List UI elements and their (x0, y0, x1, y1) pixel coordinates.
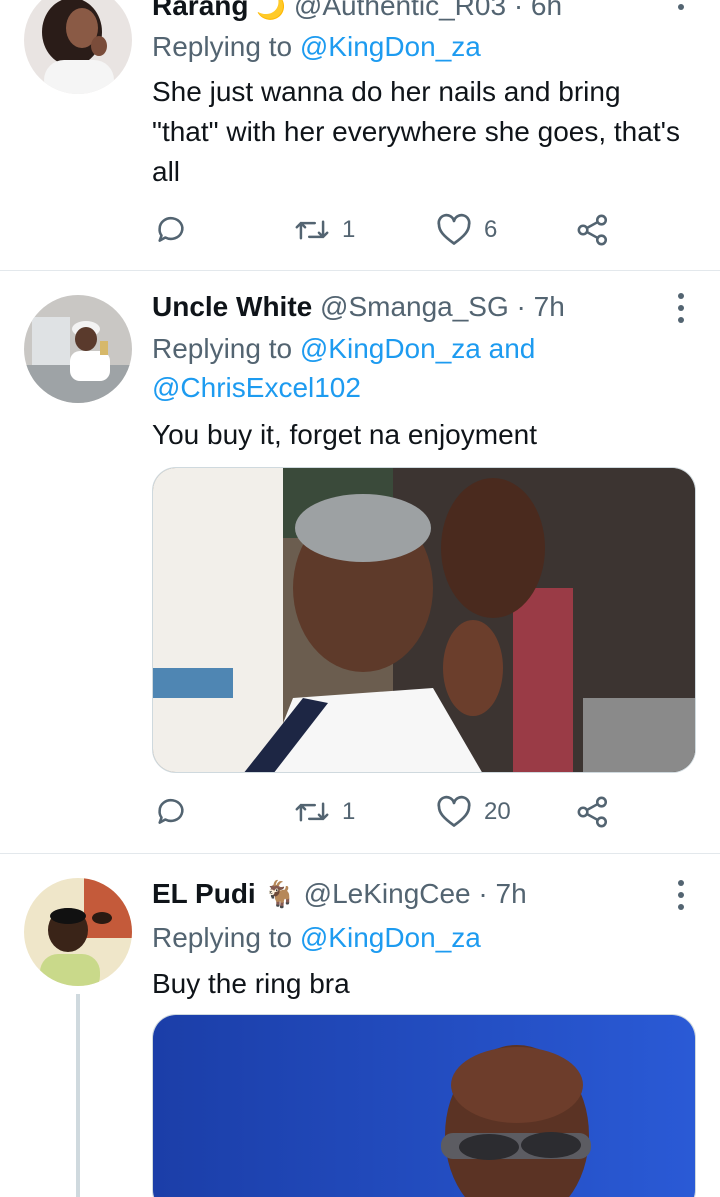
share-button[interactable] (576, 792, 610, 832)
tweet-header: Uncle White @Smanga_SG · 7h (152, 289, 565, 325)
tweet-actions: 1 6 (152, 210, 622, 250)
tweet-1[interactable]: Rarang 🌙 @Authentic_R03 · 6h Replying to… (0, 0, 720, 270)
user-handle[interactable]: @LeKingCee (304, 878, 471, 909)
more-options-icon[interactable] (678, 880, 686, 916)
retweet-button[interactable]: 1 (294, 792, 355, 832)
separator-dot: · (478, 878, 488, 909)
tweet-text: Buy the ring bra (152, 968, 350, 999)
avatar[interactable] (24, 295, 132, 403)
tweet-image[interactable] (152, 467, 696, 773)
avatar[interactable] (24, 878, 132, 986)
thread-line (76, 994, 80, 1197)
tweet-2[interactable]: Uncle White @Smanga_SG · 7h Replying to … (0, 271, 720, 853)
retweet-icon (295, 220, 329, 240)
tweet-header: Rarang 🌙 @Authentic_R03 · 6h (152, 0, 562, 26)
replying-to: Replying to @KingDon_za (152, 27, 481, 66)
mention-link[interactable]: @KingDon_za (300, 31, 481, 62)
user-handle[interactable]: @Smanga_SG (320, 291, 509, 322)
moon-badge-icon: 🌙 (256, 0, 287, 21)
tweet-header: EL Pudi 🐐 @LeKingCee · 7h (152, 876, 527, 912)
mention-link[interactable]: @KingDon_za (300, 333, 481, 364)
share-icon (577, 796, 608, 828)
mention-link[interactable]: @ChrisExcel102 (152, 372, 361, 403)
mention-link[interactable]: @KingDon_za (300, 922, 481, 953)
timestamp[interactable]: 6h (531, 0, 562, 21)
retweet-icon (295, 802, 329, 822)
separator-dot: · (513, 0, 524, 21)
display-name[interactable]: Uncle White (152, 291, 312, 322)
reply-icon (158, 798, 184, 824)
timestamp[interactable]: 7h (496, 878, 527, 909)
replying-to: Replying to @KingDon_za and @ChrisExcel1… (152, 329, 692, 407)
display-name[interactable]: Rarang (152, 0, 248, 21)
reply-button[interactable] (154, 210, 188, 250)
share-icon (577, 214, 608, 246)
tweet-text: You buy it, forget na enjoyment (152, 419, 537, 450)
display-name[interactable]: EL Pudi (152, 878, 256, 909)
separator-dot: · (516, 291, 526, 322)
tweet-actions: 1 20 (152, 792, 622, 832)
replying-label: Replying to (152, 333, 293, 364)
replying-to: Replying to @KingDon_za (152, 918, 481, 957)
user-handle[interactable]: @Authentic_R03 (294, 0, 506, 21)
reply-button[interactable] (154, 792, 188, 832)
replying-label: Replying to (152, 922, 293, 953)
retweet-button[interactable]: 1 (294, 210, 355, 250)
tweet-3[interactable]: EL Pudi 🐐 @LeKingCee · 7h Replying to @K… (0, 854, 720, 1197)
goat-badge-icon: 🐐 (263, 879, 296, 909)
mention-joiner: and (488, 333, 536, 364)
share-button[interactable] (576, 210, 610, 250)
tweet-text: She just wanna do her nails and bring "t… (152, 76, 680, 187)
timestamp[interactable]: 7h (534, 291, 565, 322)
heart-icon (437, 213, 471, 245)
like-button[interactable]: 6 (436, 210, 497, 250)
retweet-count: 1 (342, 216, 356, 243)
replying-label: Replying to (152, 31, 293, 62)
more-options-icon[interactable] (678, 293, 686, 329)
like-button[interactable]: 20 (436, 792, 511, 832)
tweet-image[interactable] (152, 1014, 696, 1197)
heart-icon (437, 795, 471, 827)
avatar[interactable] (24, 0, 132, 94)
more-options-icon[interactable] (678, 0, 686, 12)
retweet-count: 1 (342, 798, 356, 825)
like-count: 20 (484, 798, 511, 825)
like-count: 6 (484, 216, 498, 243)
reply-icon (158, 216, 184, 242)
